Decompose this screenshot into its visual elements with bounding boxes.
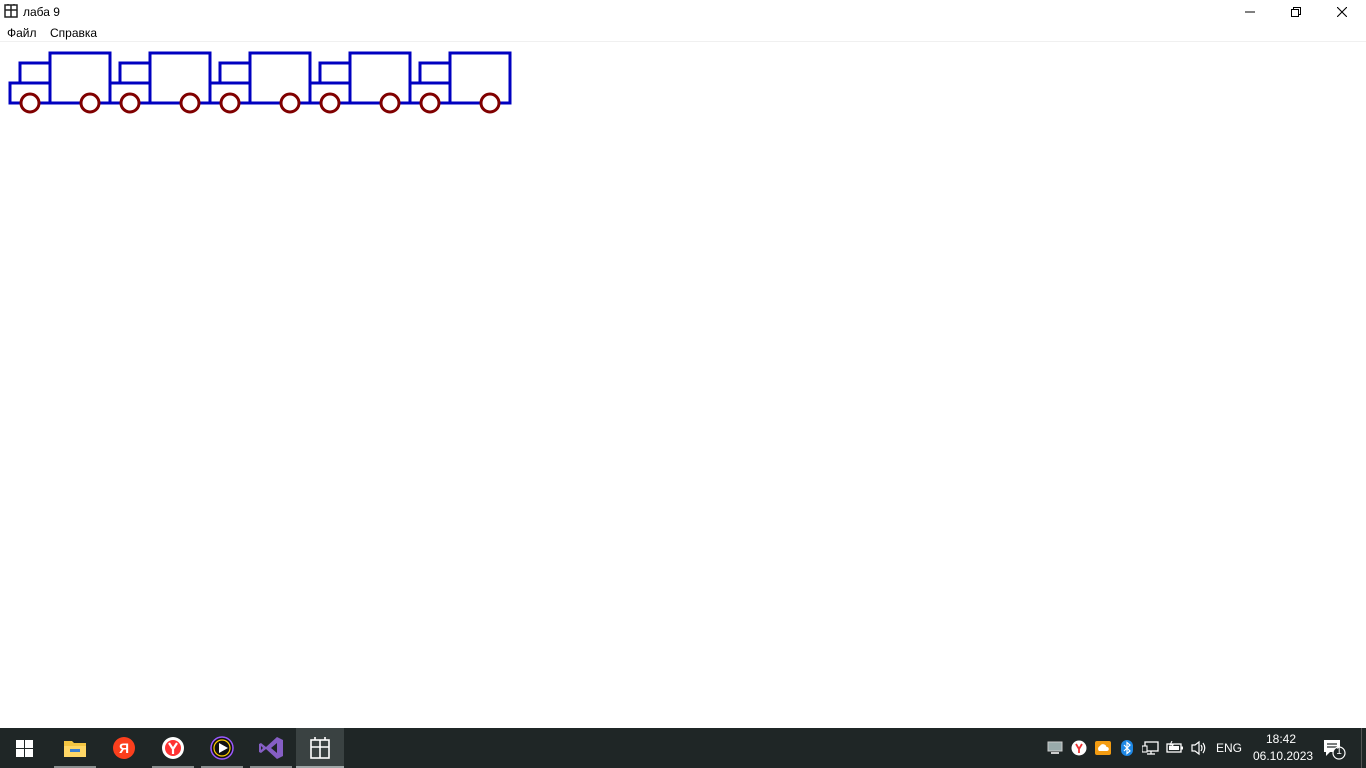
yandex-browser-icon xyxy=(162,737,184,759)
restore-icon xyxy=(1291,7,1301,17)
tray-cloud[interactable] xyxy=(1094,739,1112,757)
truck-rear-wheel xyxy=(279,92,301,114)
taskbar-yandex[interactable]: Я xyxy=(100,728,148,768)
media-player-icon xyxy=(210,736,234,760)
close-icon xyxy=(1337,7,1347,17)
taskbar: Я ENG 18:42 06.10.2023 1 xyxy=(0,728,1366,768)
display-icon xyxy=(1047,741,1063,754)
input-language[interactable]: ENG xyxy=(1216,741,1242,755)
taskbar-lab9-app[interactable] xyxy=(296,728,344,768)
yandex-browser-tray-icon xyxy=(1071,740,1087,756)
restore-button[interactable] xyxy=(1273,0,1319,24)
window-title: лаба 9 xyxy=(23,5,60,19)
truck-cabin xyxy=(418,61,452,85)
taskbar-file-explorer[interactable] xyxy=(51,728,99,768)
truck-cabin xyxy=(18,61,52,85)
taskbar-yandex-browser[interactable] xyxy=(149,728,197,768)
drawing-canvas xyxy=(0,42,1366,728)
tray-network[interactable] xyxy=(1142,739,1160,757)
action-center-button[interactable]: 1 xyxy=(1322,738,1346,760)
notification-count: 1 xyxy=(1336,746,1342,757)
visual-studio-icon xyxy=(259,737,283,759)
minimize-button[interactable] xyxy=(1227,0,1273,24)
truck-cargo-box xyxy=(248,51,312,105)
tray-volume[interactable] xyxy=(1190,739,1208,757)
minimize-icon xyxy=(1245,11,1255,13)
tray-yandex[interactable] xyxy=(1070,739,1088,757)
truck-rear-wheel xyxy=(79,92,101,114)
file-explorer-icon xyxy=(64,741,86,757)
truck-cargo-box xyxy=(448,51,512,105)
network-icon xyxy=(1142,741,1159,755)
clock-time[interactable]: 18:42 xyxy=(1266,732,1296,746)
truck-front-wheel xyxy=(119,92,141,114)
clock-date[interactable]: 06.10.2023 xyxy=(1253,749,1313,763)
menu-file[interactable]: Файл xyxy=(7,26,37,40)
battery-icon xyxy=(1166,741,1183,753)
cloud-storage-icon xyxy=(1095,741,1111,755)
svg-text:Я: Я xyxy=(119,740,129,756)
truck-rear-wheel xyxy=(379,92,401,114)
truck-rear-wheel xyxy=(179,92,201,114)
tray-network-device[interactable] xyxy=(1046,739,1064,757)
truck-cargo-box xyxy=(148,51,212,105)
menu-bar: Файл Справка xyxy=(0,24,1366,42)
taskbar-media-player[interactable] xyxy=(198,728,246,768)
trucks-drawing xyxy=(8,51,512,114)
truck-cargo-box xyxy=(48,51,112,105)
bluetooth-icon xyxy=(1121,740,1133,756)
truck-cabin xyxy=(218,61,252,85)
tray-bluetooth[interactable] xyxy=(1118,739,1136,757)
show-desktop-button[interactable] xyxy=(1361,728,1366,768)
truck-front-wheel xyxy=(19,92,41,114)
truck-front-wheel xyxy=(419,92,441,114)
truck-cabin xyxy=(318,61,352,85)
title-bar[interactable]: лаба 9 xyxy=(0,0,1366,24)
volume-icon xyxy=(1191,740,1206,756)
taskbar-visual-studio[interactable] xyxy=(247,728,295,768)
start-button[interactable] xyxy=(0,728,48,768)
app-icon xyxy=(4,4,18,18)
truck-rear-wheel xyxy=(479,92,501,114)
windows-start-icon xyxy=(15,739,33,757)
tray-battery[interactable] xyxy=(1166,739,1184,757)
yandex-icon: Я xyxy=(113,737,135,759)
lab9-app-icon xyxy=(310,737,330,759)
close-button[interactable] xyxy=(1319,0,1365,24)
truck-front-wheel xyxy=(219,92,241,114)
menu-help[interactable]: Справка xyxy=(50,26,97,40)
truck-cabin xyxy=(118,61,152,85)
truck-cargo-box xyxy=(348,51,412,105)
notification-icon xyxy=(1324,740,1346,760)
truck-front-wheel xyxy=(319,92,341,114)
